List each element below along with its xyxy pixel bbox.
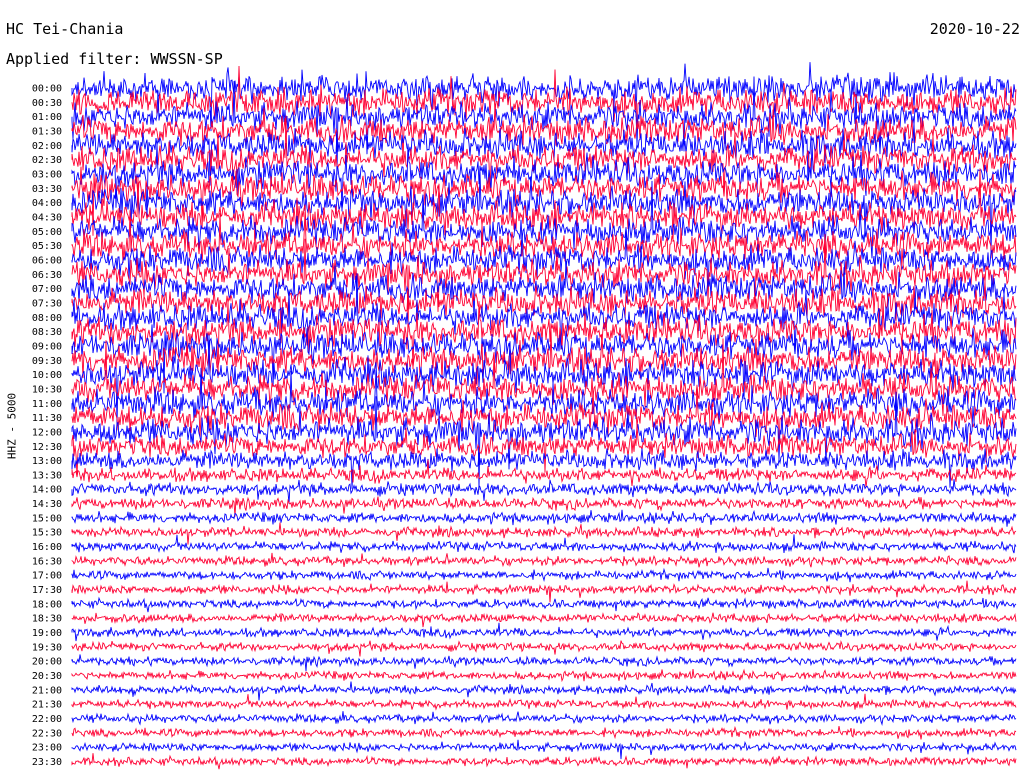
trace-line xyxy=(71,580,1017,603)
row-time-label: 22:00 xyxy=(32,714,62,725)
row-time-label: 01:00 xyxy=(32,112,62,123)
trace-line xyxy=(71,448,1017,489)
row-time-label: 23:30 xyxy=(32,757,62,768)
row-time-label: 21:00 xyxy=(32,685,62,696)
row-time-label: 12:00 xyxy=(32,427,62,438)
row-time-label: 03:30 xyxy=(32,184,62,195)
row-time-label: 07:00 xyxy=(32,284,62,295)
row-time-label: 05:30 xyxy=(32,241,62,252)
helicorder-view: HC Tei-Chania Applied filter: WWSSN-SP 2… xyxy=(0,0,1024,780)
trace-line xyxy=(71,522,1017,545)
trace-line xyxy=(71,639,1017,657)
row-time-label: 22:30 xyxy=(32,728,62,739)
row-time-label: 04:00 xyxy=(32,198,62,209)
row-time-label: 02:00 xyxy=(32,141,62,152)
row-time-label: 12:30 xyxy=(32,442,62,453)
row-time-label: 06:30 xyxy=(32,270,62,281)
row-time-label: 11:30 xyxy=(32,413,62,424)
row-time-label: 16:30 xyxy=(32,556,62,567)
row-time-label: 09:00 xyxy=(32,341,62,352)
trace-line xyxy=(71,534,1017,554)
trace-line xyxy=(71,479,1017,504)
row-time-label: 13:30 xyxy=(32,470,62,481)
trace-line xyxy=(71,567,1017,583)
row-time-label: 07:30 xyxy=(32,298,62,309)
row-time-label: 17:00 xyxy=(32,571,62,582)
row-time-label: 17:30 xyxy=(32,585,62,596)
row-time-label: 01:30 xyxy=(32,126,62,137)
row-time-label: 11:00 xyxy=(32,399,62,410)
row-time-label: 09:30 xyxy=(32,356,62,367)
trace-line xyxy=(71,693,1017,711)
trace-line xyxy=(71,711,1017,726)
trace-line xyxy=(71,509,1017,527)
row-time-label: 00:00 xyxy=(32,84,62,95)
row-time-label: 08:30 xyxy=(32,327,62,338)
row-time-label: 08:00 xyxy=(32,313,62,324)
row-time-label: 15:30 xyxy=(32,528,62,539)
trace-line xyxy=(71,552,1017,568)
trace-line xyxy=(71,612,1017,628)
row-time-label: 21:30 xyxy=(32,700,62,711)
row-time-label: 18:30 xyxy=(32,614,62,625)
trace-line xyxy=(71,668,1017,683)
row-time-label: 20:30 xyxy=(32,671,62,682)
row-time-label: 16:00 xyxy=(32,542,62,553)
row-time-label: 10:30 xyxy=(32,384,62,395)
trace-line xyxy=(71,622,1017,642)
row-time-label: 15:00 xyxy=(32,513,62,524)
row-time-label: 05:00 xyxy=(32,227,62,238)
row-time-label: 23:00 xyxy=(32,743,62,754)
row-time-label: 19:30 xyxy=(32,642,62,653)
trace-line xyxy=(71,681,1017,701)
row-time-label: 02:30 xyxy=(32,155,62,166)
row-time-label: 14:00 xyxy=(32,485,62,496)
trace-line xyxy=(71,496,1017,517)
trace-line xyxy=(71,753,1017,770)
row-time-label: 04:30 xyxy=(32,212,62,223)
row-time-label: 06:00 xyxy=(32,255,62,266)
trace-line xyxy=(71,654,1017,672)
row-time-label: 18:00 xyxy=(32,599,62,610)
seismogram-plot: 00:00 00:30 01:00 01:30 02:00 02:30 03:00 03:30… xyxy=(32,62,1017,770)
trace-line xyxy=(71,65,1017,135)
row-time-label: 19:00 xyxy=(32,628,62,639)
row-time-label: 03:00 xyxy=(32,169,62,180)
trace-line xyxy=(71,725,1017,740)
row-time-label: 20:00 xyxy=(32,657,62,668)
row-time-label: 10:00 xyxy=(32,370,62,381)
row-time-label: 00:30 xyxy=(32,98,62,109)
trace-line xyxy=(71,596,1017,613)
row-time-label: 13:00 xyxy=(32,456,62,467)
trace-line xyxy=(71,739,1017,760)
row-time-label: 14:30 xyxy=(32,499,62,510)
